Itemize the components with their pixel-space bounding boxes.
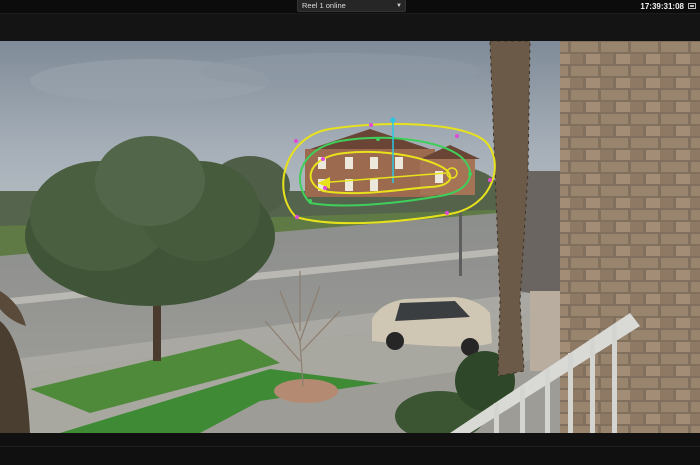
viewer-toolbar: Reel 1 online ▼ 17:39:31:08 [0,0,700,14]
clip-name: Reel 1 online [302,1,346,10]
viewer-padding-bottom [0,433,700,465]
video-frame-image [0,41,700,433]
chevron-down-icon: ▼ [396,3,402,9]
timecode-display: 17:39:31:08 [640,2,684,11]
viewer-padding-top [0,14,700,41]
viewer-mode-icon[interactable] [688,3,696,9]
video-frame[interactable] [0,41,700,433]
divider [0,446,700,447]
clip-selector-dropdown[interactable]: Reel 1 online ▼ [297,0,406,12]
